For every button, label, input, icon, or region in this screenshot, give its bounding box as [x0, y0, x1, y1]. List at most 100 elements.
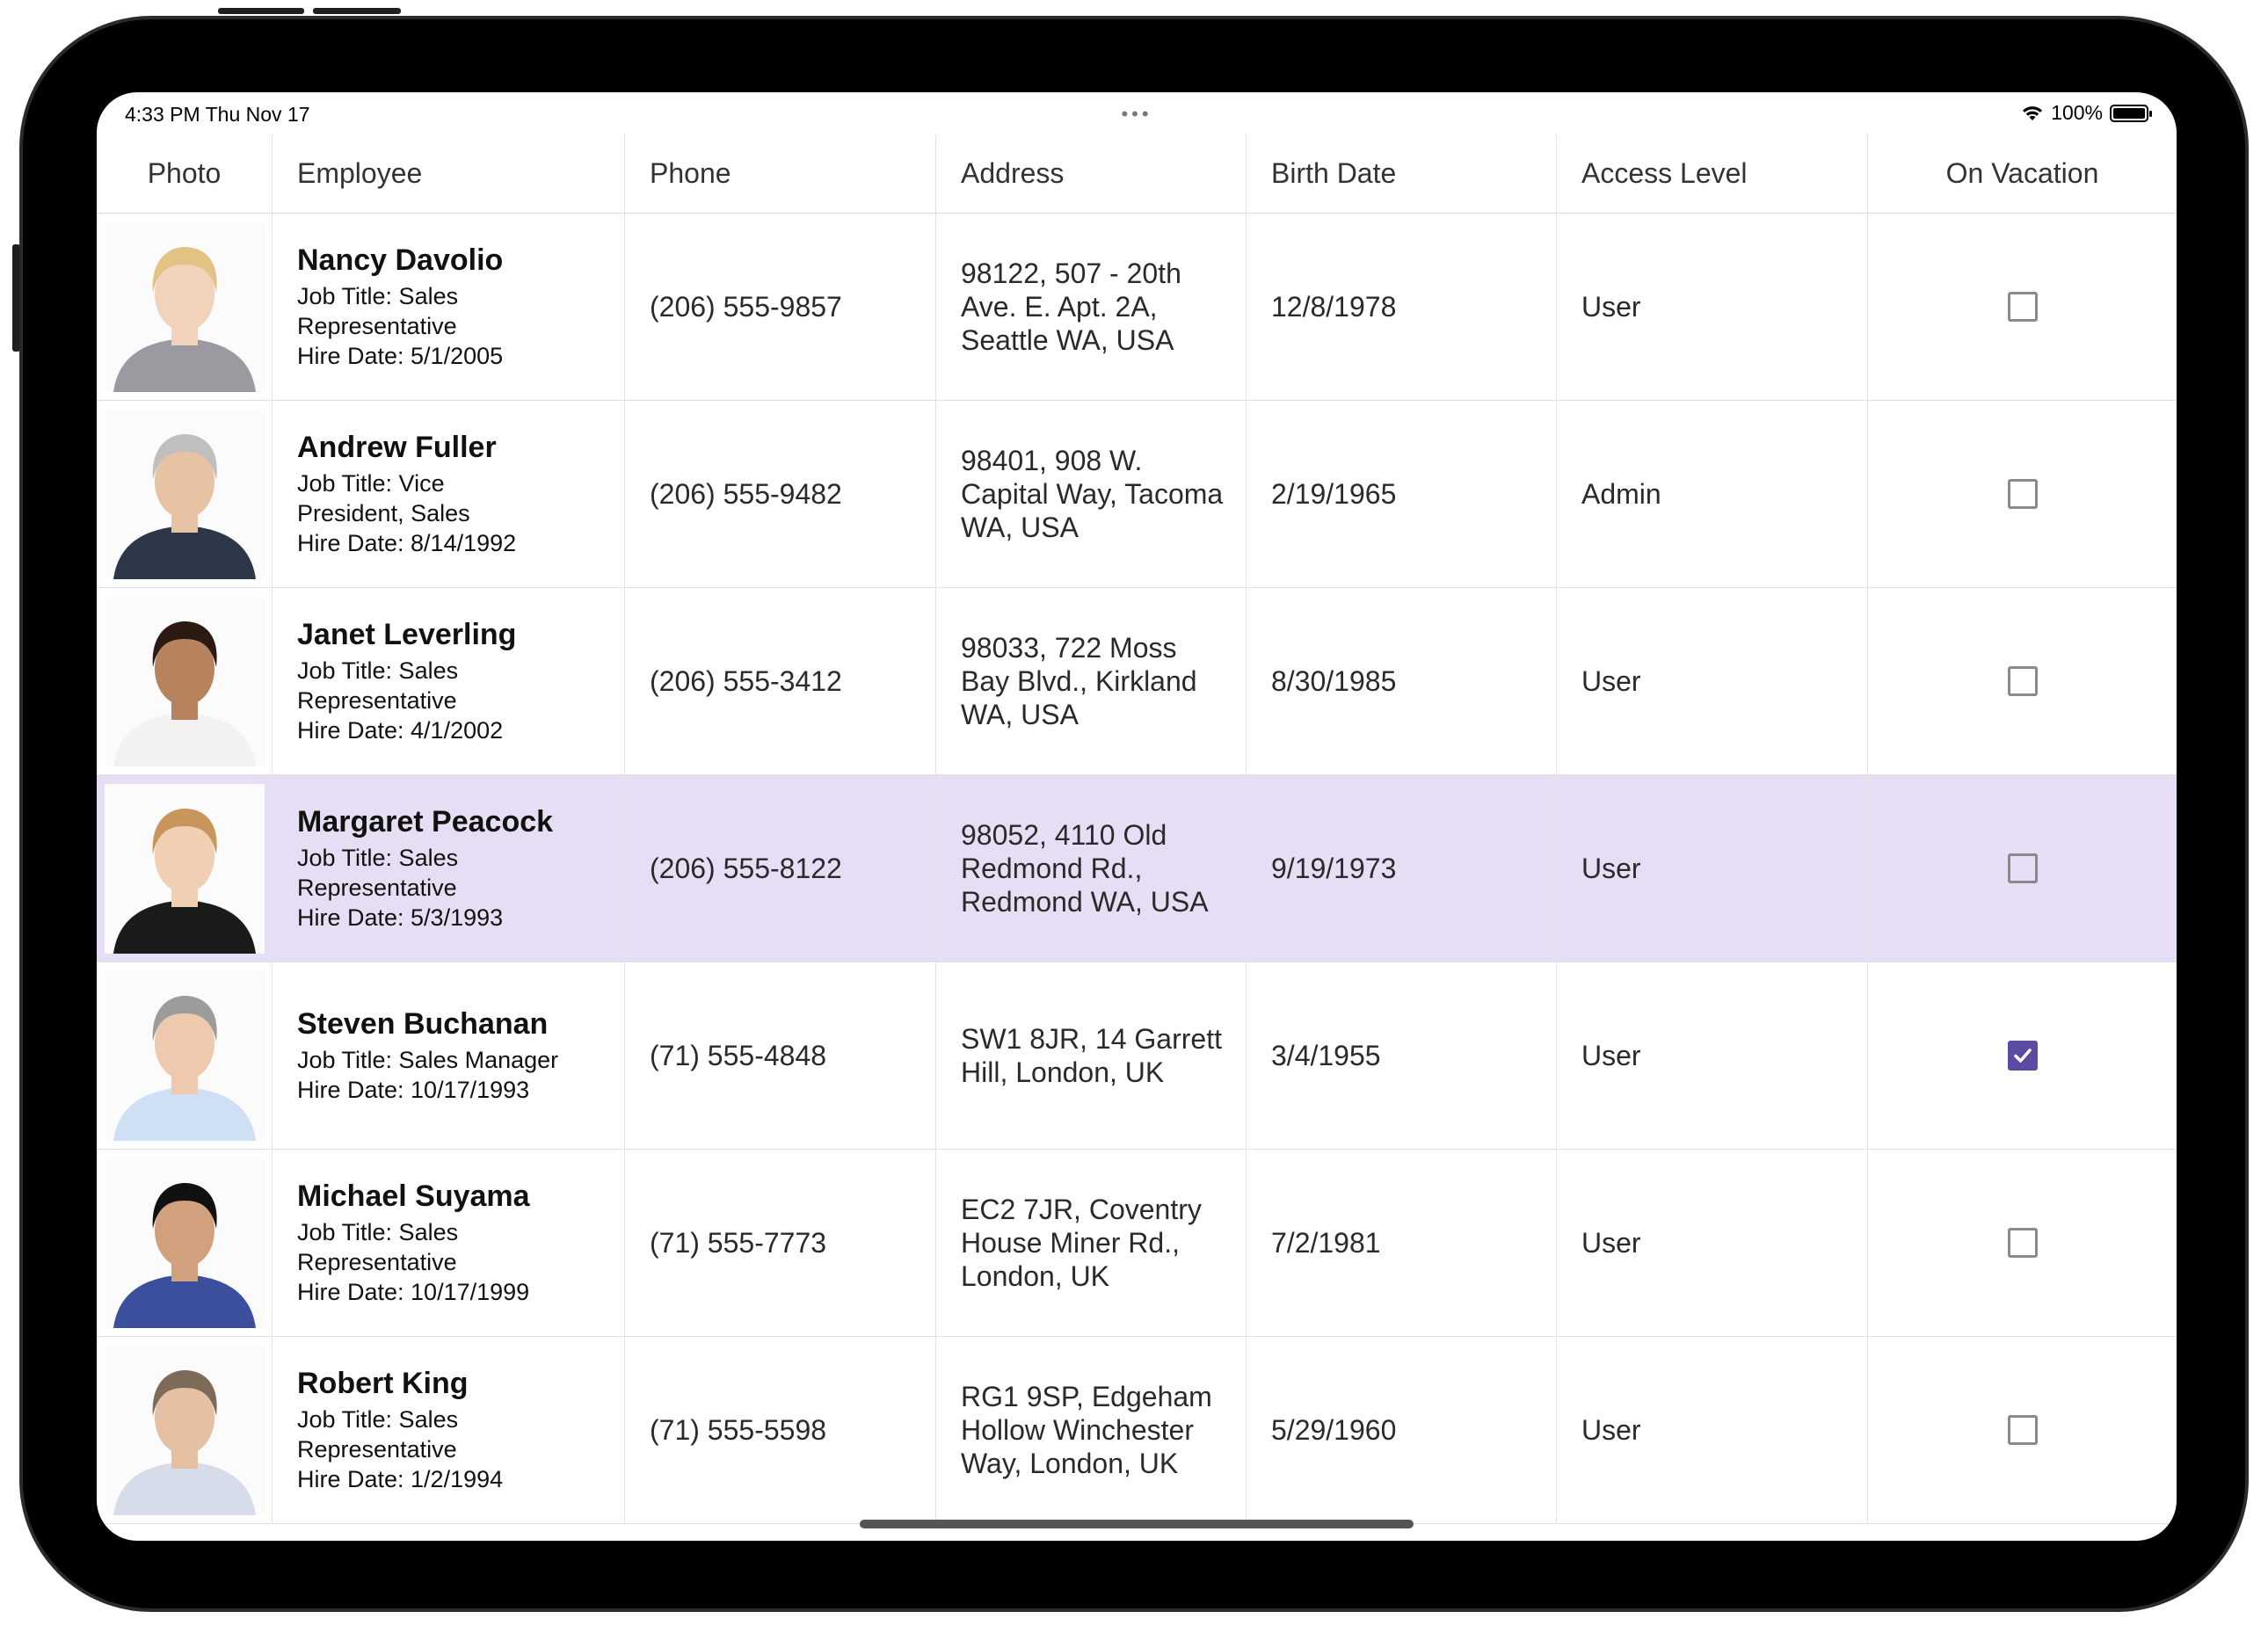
employee-name: Margaret Peacock: [297, 804, 554, 838]
phone-cell: (206) 555-8122: [625, 775, 936, 962]
address-cell: 98122, 507 - 20th Ave. E. Apt. 2A, Seatt…: [936, 214, 1247, 400]
employee-data-grid[interactable]: Photo Employee Phone Address Birth Date …: [97, 134, 2177, 1524]
job-title-line: Representative: [297, 874, 457, 901]
person-avatar-icon: [104, 1158, 265, 1328]
person-avatar-icon: [104, 970, 265, 1141]
table-row[interactable]: Janet Leverling Job Title: Sales Represe…: [97, 588, 2177, 775]
on-vacation-cell: [1868, 214, 2177, 400]
photo-cell: [97, 1337, 273, 1523]
column-header-address[interactable]: Address: [936, 134, 1247, 213]
hire-date: Hire Date: 10/17/1999: [297, 1278, 530, 1305]
employee-name: Janet Leverling: [297, 617, 517, 651]
status-time: 4:33 PM Thu Nov 17: [125, 103, 310, 126]
on-vacation-checkbox[interactable]: [2007, 479, 2038, 509]
birth-date-cell: 7/2/1981: [1247, 1150, 1557, 1336]
table-row[interactable]: Nancy Davolio Job Title: Sales Represent…: [97, 214, 2177, 401]
job-title-line: Job Title: Sales: [297, 282, 459, 309]
person-avatar-icon: [104, 783, 265, 954]
address-text: EC2 7JR, Coventry House Miner Rd., Londo…: [961, 1194, 1202, 1292]
table-row[interactable]: Andrew Fuller Job Title: Vice President,…: [97, 401, 2177, 588]
job-title-line: Job Title: Sales: [297, 657, 459, 684]
home-indicator[interactable]: [860, 1520, 1414, 1528]
on-vacation-checkbox[interactable]: [2007, 1415, 2038, 1445]
employee-name: Steven Buchanan: [297, 1006, 549, 1041]
employee-cell: Andrew Fuller Job Title: Vice President,…: [273, 401, 625, 587]
person-avatar-icon: [104, 221, 265, 392]
column-header-access-level[interactable]: Access Level: [1557, 134, 1868, 213]
employee-cell: Steven Buchanan Job Title: Sales Manager…: [273, 962, 625, 1149]
on-vacation-cell: [1868, 1337, 2177, 1523]
job-title-line: Job Title: Sales Manager: [297, 1046, 559, 1073]
photo-cell: [97, 1150, 273, 1336]
address-text: 98052, 4110 Old Redmond Rd., Redmond WA,…: [961, 819, 1209, 918]
person-avatar-icon: [104, 596, 265, 766]
table-row[interactable]: Steven Buchanan Job Title: Sales Manager…: [97, 962, 2177, 1150]
photo-cell: [97, 962, 273, 1149]
on-vacation-checkbox[interactable]: [2007, 666, 2038, 696]
phone-cell: (206) 555-3412: [625, 588, 936, 774]
column-header-employee[interactable]: Employee: [273, 134, 625, 213]
on-vacation-cell: [1868, 775, 2177, 962]
address-cell: 98052, 4110 Old Redmond Rd., Redmond WA,…: [936, 775, 1247, 962]
birth-date-cell: 8/30/1985: [1247, 588, 1557, 774]
on-vacation-checkbox[interactable]: [2007, 1228, 2038, 1258]
photo-cell: [97, 401, 273, 587]
column-header-birth-date[interactable]: Birth Date: [1247, 134, 1557, 213]
address-cell: EC2 7JR, Coventry House Miner Rd., Londo…: [936, 1150, 1247, 1336]
photo-cell: [97, 775, 273, 962]
header-row: Photo Employee Phone Address Birth Date …: [97, 134, 2177, 214]
job-title-line: Job Title: Sales: [297, 844, 459, 871]
photo-cell: [97, 588, 273, 774]
address-text: 98401, 908 W. Capital Way, Tacoma WA, US…: [961, 445, 1224, 543]
on-vacation-checkbox[interactable]: [2007, 292, 2038, 322]
on-vacation-checkbox[interactable]: [2007, 853, 2038, 883]
multitasking-dots[interactable]: •••: [1121, 103, 1152, 126]
job-title-line: President, Sales: [297, 499, 470, 526]
employee-photo: [104, 596, 265, 766]
phone-cell: (71) 555-4848: [625, 962, 936, 1149]
table-row[interactable]: Michael Suyama Job Title: Sales Represen…: [97, 1150, 2177, 1337]
employee-name: Nancy Davolio: [297, 243, 504, 277]
employee-cell: Margaret Peacock Job Title: Sales Repres…: [273, 775, 625, 962]
top-button: [218, 8, 304, 14]
table-row[interactable]: Margaret Peacock Job Title: Sales Repres…: [97, 775, 2177, 962]
column-header-photo[interactable]: Photo: [97, 134, 273, 213]
phone-cell: (71) 555-5598: [625, 1337, 936, 1523]
hire-date: Hire Date: 8/14/1992: [297, 529, 517, 556]
employee-cell: Michael Suyama Job Title: Sales Represen…: [273, 1150, 625, 1336]
column-header-phone[interactable]: Phone: [625, 134, 936, 213]
birth-date-cell: 12/8/1978: [1247, 214, 1557, 400]
birth-date-cell: 9/19/1973: [1247, 775, 1557, 962]
birth-date-cell: 3/4/1955: [1247, 962, 1557, 1149]
address-cell: 98401, 908 W. Capital Way, Tacoma WA, US…: [936, 401, 1247, 587]
employee-photo: [104, 409, 265, 579]
job-title-line: Representative: [297, 1248, 457, 1275]
on-vacation-checkbox[interactable]: [2007, 1041, 2038, 1071]
birth-date-cell: 5/29/1960: [1247, 1337, 1557, 1523]
job-title-line: Job Title: Sales: [297, 1405, 459, 1433]
access-level-cell: User: [1557, 1337, 1868, 1523]
job-title-line: Representative: [297, 1435, 457, 1463]
access-level-cell: User: [1557, 775, 1868, 962]
on-vacation-cell: [1868, 962, 2177, 1149]
employee-photo: [104, 1345, 265, 1515]
photo-cell: [97, 214, 273, 400]
address-text: 98122, 507 - 20th Ave. E. Apt. 2A, Seatt…: [961, 258, 1181, 356]
access-level-cell: User: [1557, 1150, 1868, 1336]
person-avatar-icon: [104, 409, 265, 579]
column-header-on-vacation[interactable]: On Vacation: [1868, 134, 2177, 213]
address-cell: 98033, 722 Moss Bay Blvd., Kirkland WA, …: [936, 588, 1247, 774]
on-vacation-cell: [1868, 1150, 2177, 1336]
battery-percent: 100%: [2051, 101, 2103, 124]
employee-cell: Robert King Job Title: Sales Representat…: [273, 1337, 625, 1523]
job-title-line: Representative: [297, 686, 457, 714]
phone-cell: (206) 555-9482: [625, 401, 936, 587]
birth-date-cell: 2/19/1965: [1247, 401, 1557, 587]
table-row[interactable]: Robert King Job Title: Sales Representat…: [97, 1337, 2177, 1524]
employee-photo: [104, 783, 265, 954]
employee-photo: [104, 221, 265, 392]
access-level-cell: Admin: [1557, 401, 1868, 587]
employee-name: Robert King: [297, 1366, 469, 1400]
address-cell: SW1 8JR, 14 Garrett Hill, London, UK: [936, 962, 1247, 1149]
employee-photo: [104, 970, 265, 1141]
